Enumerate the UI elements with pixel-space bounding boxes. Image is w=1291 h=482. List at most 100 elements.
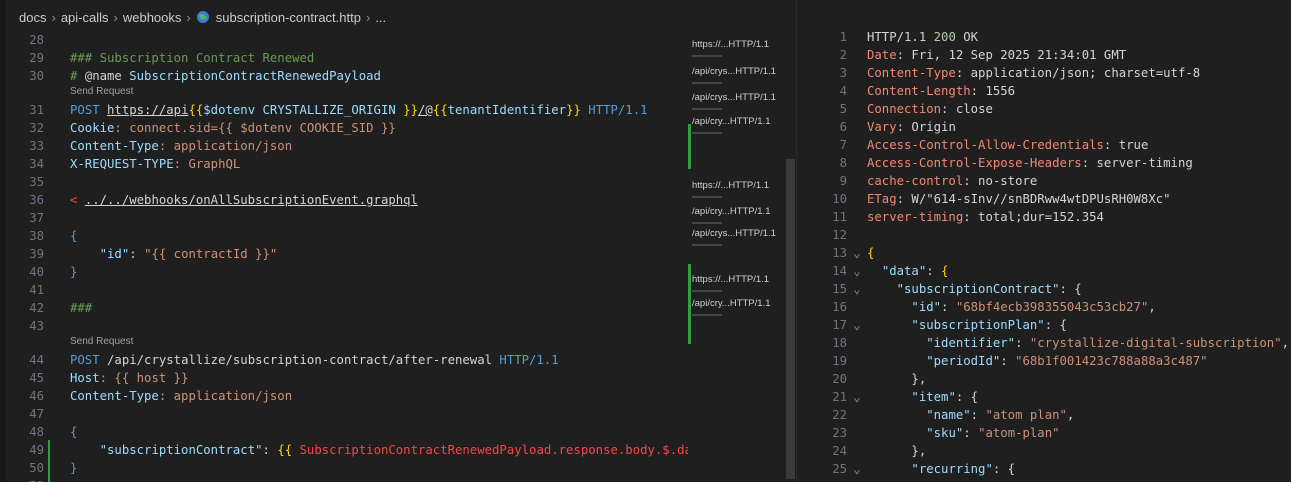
send-request-lens[interactable]: Send Request bbox=[70, 335, 133, 349]
code-line[interactable]: 39 "id": "{{ contractId }}" bbox=[6, 245, 688, 263]
minimap-request-label[interactable]: https://...HTTP/1.1 bbox=[692, 274, 769, 285]
response-line[interactable]: 22 "name": "atom plan", bbox=[797, 406, 1291, 424]
response-line[interactable]: 1 HTTP/1.1 200 OK bbox=[797, 28, 1291, 46]
response-line[interactable]: 16 "id": "68bf4ecb398355043c53cb27", bbox=[797, 298, 1291, 316]
code-line[interactable]: 49 "subscriptionContract": {{ Subscripti… bbox=[6, 441, 688, 459]
code-line[interactable]: 41 bbox=[6, 281, 688, 299]
code-token: tenantIdentifier bbox=[447, 103, 567, 117]
code-line[interactable]: 34 X-REQUEST-TYPE: GraphQL bbox=[6, 155, 688, 173]
editor-scrollbar[interactable] bbox=[784, 34, 796, 482]
response-line[interactable]: 25 ⌄ "recurring": { bbox=[797, 460, 1291, 478]
minimap-change-indicator bbox=[688, 264, 691, 344]
code-line[interactable]: 48 { bbox=[6, 423, 688, 441]
response-line[interactable]: 11 server-timing: total;dur=152.354 bbox=[797, 208, 1291, 226]
response-line[interactable]: 19 "periodId": "68b1f001423c788a88a3c487… bbox=[797, 352, 1291, 370]
code-line[interactable]: 37 bbox=[6, 209, 688, 227]
response-line[interactable]: 6 Vary: Origin bbox=[797, 118, 1291, 136]
response-line[interactable]: 8 Access-Control-Expose-Headers: server-t… bbox=[797, 154, 1291, 172]
breadcrumb-item-more[interactable]: ... bbox=[375, 10, 386, 25]
response-line[interactable]: 2 Date: Fri, 12 Sep 2025 21:34:01 GMT bbox=[797, 46, 1291, 64]
response-token bbox=[867, 282, 897, 296]
chevron-down-icon[interactable]: ⌄ bbox=[847, 460, 867, 478]
response-token: "recurring" bbox=[911, 462, 993, 476]
line-number: 43 bbox=[29, 319, 44, 333]
response-line[interactable]: 7 Access-Control-Allow-Credentials: true bbox=[797, 136, 1291, 154]
code-line[interactable]: 46 Content-Type: application/json bbox=[6, 387, 688, 405]
response-line[interactable]: 14 ⌄ "data": { bbox=[797, 262, 1291, 280]
response-line[interactable]: 21 ⌄ "item": { bbox=[797, 388, 1291, 406]
response-token: { bbox=[941, 264, 949, 278]
send-request-lens[interactable]: Send Request bbox=[70, 85, 133, 99]
response-line[interactable]: 9 cache-control: no-store bbox=[797, 172, 1291, 190]
minimap-request-label[interactable]: /api/cry...HTTP/1.1 bbox=[692, 116, 770, 127]
response-line[interactable]: 5 Connection: close bbox=[797, 100, 1291, 118]
minimap-request-label[interactable]: /api/crys...HTTP/1.1 bbox=[692, 66, 776, 77]
code-line[interactable]: 50} bbox=[6, 459, 688, 477]
editor-pane[interactable]: 28 29 ### Subscription Contract Renewed 30 #… bbox=[6, 34, 688, 482]
response-line[interactable]: 10 ETag: W/"614-sInv//snBDRww4wtDPUsRH0W8… bbox=[797, 190, 1291, 208]
chevron-right-icon: › bbox=[113, 9, 118, 25]
minimap-request-label[interactable]: https://...HTTP/1.1 bbox=[692, 39, 769, 50]
code-token: }} bbox=[566, 103, 581, 117]
code-line[interactable]: 47 bbox=[6, 405, 688, 423]
response-pane[interactable]: 1 HTTP/1.1 200 OK 2 Date: Fri, 12 Sep 2025 … bbox=[797, 0, 1291, 482]
scrollbar-thumb[interactable] bbox=[786, 159, 795, 479]
response-line[interactable]: 13 ⌄{ bbox=[797, 244, 1291, 262]
code-line[interactable]: 42 ### bbox=[6, 299, 688, 317]
minimap-request-label[interactable]: /api/cry...HTTP/1.1 bbox=[692, 298, 770, 309]
line-number: 41 bbox=[29, 283, 44, 297]
minimap[interactable]: https://...HTTP/1.1/api/crys...HTTP/1.1 /… bbox=[688, 34, 784, 482]
breadcrumb-item-webhooks[interactable]: webhooks bbox=[123, 10, 182, 25]
response-token: "item" bbox=[911, 390, 956, 404]
chevron-down-icon[interactable]: ⌄ bbox=[847, 262, 867, 280]
response-token: : Fri, 12 Sep 2025 21:34:01 GMT bbox=[896, 48, 1127, 62]
response-line[interactable]: 17 ⌄ "subscriptionPlan": { bbox=[797, 316, 1291, 334]
code-line[interactable]: 32 Cookie: connect.sid={{ $dotenv COOKIE_… bbox=[6, 119, 688, 137]
code-token: : connect.sid={{ $dotenv COOKIE_SID }} bbox=[114, 121, 396, 135]
response-line[interactable]: 15 ⌄ "subscriptionContract": { bbox=[797, 280, 1291, 298]
line-number: 40 bbox=[29, 265, 44, 279]
code-line[interactable]: 45 Host: {{ host }} bbox=[6, 369, 688, 387]
code-line[interactable]: 35 bbox=[6, 173, 688, 191]
chevron-down-icon[interactable]: ⌄ bbox=[847, 280, 867, 298]
response-line[interactable]: 4 Content-Length: 1556 bbox=[797, 82, 1291, 100]
code-line[interactable]: 43 bbox=[6, 317, 688, 335]
minimap-request-label[interactable]: /api/crys...HTTP/1.1 bbox=[692, 228, 776, 239]
code-line[interactable]: 29 ### Subscription Contract Renewed bbox=[6, 49, 688, 67]
code-line[interactable]: 33 Content-Type: application/json bbox=[6, 137, 688, 155]
code-line[interactable]: 40} bbox=[6, 263, 688, 281]
response-token: HTTP/1.1 bbox=[867, 30, 934, 44]
code-line[interactable]: 44 POST /api/crystallize/subscription-con… bbox=[6, 351, 688, 369]
line-number: 14 bbox=[832, 264, 847, 278]
chevron-down-icon[interactable]: ⌄ bbox=[847, 316, 867, 334]
chevron-down-icon[interactable]: ⌄ bbox=[847, 244, 867, 262]
code-line[interactable]: 31 POST https://api{{$dotenv CRYSTALLIZE_… bbox=[6, 101, 688, 119]
response-token: , bbox=[1281, 336, 1290, 350]
response-line[interactable]: 18 "identifier": "crystallize-digital-su… bbox=[797, 334, 1291, 352]
code-line[interactable]: 36 < ../../webhooks/onAllSubscriptionEven… bbox=[6, 191, 688, 209]
code-line[interactable]: 51 bbox=[6, 477, 688, 482]
line-number: 51 bbox=[6, 477, 44, 482]
response-line[interactable]: 24 }, bbox=[797, 442, 1291, 460]
minimap-request-label[interactable]: /api/cry...HTTP/1.1 bbox=[692, 206, 770, 217]
breadcrumb-item-docs[interactable]: docs bbox=[19, 10, 46, 25]
chevron-down-icon[interactable]: ⌄ bbox=[847, 388, 867, 406]
response-token: ETag bbox=[867, 192, 897, 206]
minimap-request-label[interactable]: https://...HTTP/1.1 bbox=[692, 180, 769, 191]
response-token bbox=[867, 300, 911, 314]
code-line[interactable]: 38 { bbox=[6, 227, 688, 245]
response-line[interactable]: 12 bbox=[797, 226, 1291, 244]
line-number: 28 bbox=[29, 34, 44, 47]
code-line[interactable]: 30 # @name SubscriptionContractRenewedPay… bbox=[6, 67, 688, 85]
minimap-line bbox=[692, 108, 722, 110]
response-line[interactable]: 3 Content-Type: application/json; charset… bbox=[797, 64, 1291, 82]
response-token: : close bbox=[941, 102, 993, 116]
line-number: 47 bbox=[29, 407, 44, 421]
minimap-request-label[interactable]: /api/crys...HTTP/1.1 bbox=[692, 92, 776, 103]
breadcrumb-item-file[interactable]: subscription-contract.http bbox=[216, 10, 361, 25]
breadcrumb-item-api-calls[interactable]: api-calls bbox=[61, 10, 109, 25]
response-line[interactable]: 20 }, bbox=[797, 370, 1291, 388]
code-line[interactable]: 28 bbox=[6, 34, 688, 49]
response-line[interactable]: 23 "sku": "atom-plan" bbox=[797, 424, 1291, 442]
line-number: 19 bbox=[832, 354, 847, 368]
